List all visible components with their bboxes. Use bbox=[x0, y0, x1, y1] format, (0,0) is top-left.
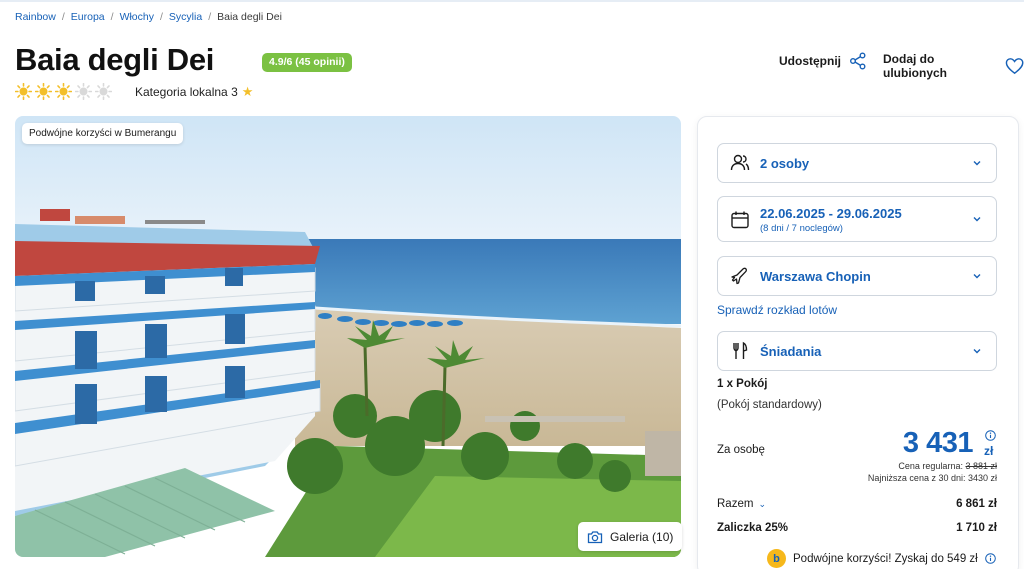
total-value: 6 861 zł bbox=[956, 498, 997, 510]
hotel-title: Baia degli Dei bbox=[15, 42, 215, 77]
rating-badge[interactable]: 4.9/6 (45 opinii) bbox=[262, 53, 352, 72]
flight-schedule-link[interactable]: Sprawdź rozkład lotów bbox=[717, 303, 837, 317]
star-icon: ★ bbox=[241, 84, 254, 99]
promo-tag: Podwójne korzyści w Bumerangu bbox=[22, 123, 184, 144]
gallery-label: Galeria (10) bbox=[610, 529, 674, 544]
sun-star-filled-icon bbox=[15, 83, 32, 100]
regular-price-label: Cena regularna: bbox=[898, 461, 963, 471]
sun-star-filled-icon bbox=[55, 83, 72, 100]
chevron-down-icon bbox=[973, 349, 981, 354]
board-value: Śniadania bbox=[760, 344, 822, 359]
total-label: Razem bbox=[717, 498, 754, 510]
per-person-label: Za osobę bbox=[717, 444, 765, 456]
room-type: (Pokój standardowy) bbox=[717, 399, 822, 411]
dates-duration: (8 dni / 7 noclegów) bbox=[760, 223, 843, 234]
breadcrumb-wlochy[interactable]: Włochy bbox=[120, 11, 154, 23]
gallery-button[interactable]: Galeria (10) bbox=[578, 522, 683, 551]
chevron-down-icon bbox=[973, 274, 981, 279]
departure-select[interactable]: Warszawa Chopin bbox=[717, 256, 997, 296]
deposit-label: Zaliczka 25% bbox=[717, 522, 788, 534]
bonus-banner: b Podwójne korzyści! Zyskaj do 549 zł bbox=[767, 549, 996, 568]
regular-price: Cena regularna: 3 881 zł bbox=[898, 461, 997, 471]
share-button[interactable]: Udostępnij bbox=[779, 52, 867, 70]
camera-icon bbox=[587, 530, 603, 543]
breadcrumb-current: Baia degli Dei bbox=[217, 11, 282, 23]
hotel-stars bbox=[15, 83, 112, 100]
board-select[interactable]: Śniadania bbox=[717, 331, 997, 371]
guests-select[interactable]: 2 osoby bbox=[717, 143, 997, 183]
breadcrumb-separator: / bbox=[61, 11, 65, 23]
price-currency: zł bbox=[984, 444, 994, 458]
bumerang-icon: b bbox=[767, 549, 786, 568]
breadcrumb: Rainbow / Europa / Włochy / Sycylia / Ba… bbox=[15, 11, 282, 23]
sun-star-filled-icon bbox=[35, 83, 52, 100]
chevron-down-icon: ⌄ bbox=[758, 499, 766, 509]
top-divider bbox=[0, 0, 1024, 2]
bonus-text: Podwójne korzyści! Zyskaj do 549 zł bbox=[793, 552, 978, 565]
info-icon[interactable] bbox=[985, 430, 996, 441]
plane-icon bbox=[731, 267, 747, 285]
hotel-photo[interactable] bbox=[15, 116, 681, 557]
departure-value: Warszawa Chopin bbox=[760, 269, 871, 284]
breadcrumb-separator: / bbox=[160, 11, 163, 23]
deposit-value: 1 710 zł bbox=[956, 522, 997, 534]
breadcrumb-europa[interactable]: Europa bbox=[71, 11, 105, 23]
add-to-favorites-button[interactable]: Dodaj do ulubionych bbox=[883, 52, 1024, 80]
breadcrumb-separator: / bbox=[110, 11, 114, 23]
price-per-person: 3 431 bbox=[902, 427, 974, 459]
total-label-toggle[interactable]: Razem ⌄ bbox=[717, 498, 766, 510]
hotel-photo-illustration bbox=[15, 116, 681, 557]
chevron-down-icon bbox=[973, 217, 981, 222]
chevron-down-icon bbox=[973, 161, 981, 166]
dates-value: 22.06.2025 - 29.06.2025 bbox=[760, 206, 902, 221]
breadcrumb-rainbow[interactable]: Rainbow bbox=[15, 11, 56, 23]
local-category: Kategoria lokalna 3 ★ bbox=[135, 84, 253, 100]
calendar-icon bbox=[731, 211, 749, 229]
sun-star-empty-icon bbox=[75, 83, 92, 100]
sun-star-empty-icon bbox=[95, 83, 112, 100]
favorites-label: Dodaj do ulubionych bbox=[883, 52, 947, 80]
cutlery-icon bbox=[733, 341, 748, 359]
share-label: Udostępnij bbox=[779, 54, 841, 68]
info-icon[interactable] bbox=[984, 553, 996, 564]
regular-price-value: 3 881 zł bbox=[965, 461, 997, 471]
local-category-label: Kategoria lokalna 3 bbox=[135, 85, 238, 99]
dates-select[interactable]: 22.06.2025 - 29.06.2025 (8 dni / 7 nocle… bbox=[717, 196, 997, 242]
guests-value: 2 osoby bbox=[760, 156, 810, 171]
heart-icon bbox=[1005, 58, 1024, 75]
breadcrumb-separator: / bbox=[208, 11, 212, 23]
people-icon bbox=[730, 154, 750, 171]
share-icon bbox=[850, 52, 866, 70]
breadcrumb-sycylia[interactable]: Sycylia bbox=[169, 11, 202, 23]
room-count: 1 x Pokój bbox=[717, 378, 768, 390]
lowest-price-30-days: Najniższa cena z 30 dni: 3430 zł bbox=[867, 473, 997, 483]
